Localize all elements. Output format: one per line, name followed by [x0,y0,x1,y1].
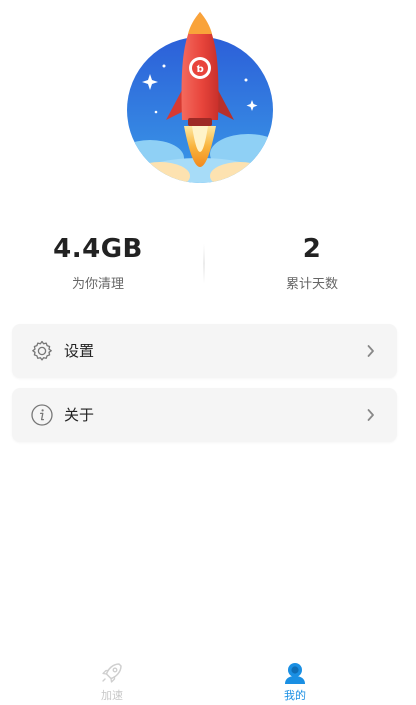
rocket-hero-illustration: ƅ [127,12,273,183]
profile-page: ƅ 4.4GB 为你清理 2 累计天数 设置 关于 加速 我的 [0,0,416,705]
tab-mine[interactable]: 我的 [265,661,325,705]
bottom-tab-bar: 加速 我的 [0,655,416,705]
tab-accelerate-label: 加速 [101,689,123,702]
chevron-right-icon [367,345,374,357]
cleaned-label: 为你清理 [71,277,124,292]
rocket-icon [102,663,122,683]
cleaned-stat: 4.4GB 为你清理 [18,232,178,294]
stats-divider [203,244,205,284]
settings-label: 设置 [64,342,95,360]
gear-icon [32,340,52,361]
tab-accelerate[interactable]: 加速 [82,661,142,705]
user-icon [285,663,305,684]
days-value: 2 [302,234,322,264]
cleaned-value: 4.4GB [53,234,143,264]
tab-mine-label: 我的 [284,689,306,702]
chevron-right-icon [367,409,374,421]
stats-row: 4.4GB 为你清理 2 累计天数 [0,232,416,302]
days-label: 累计天数 [285,277,338,292]
info-icon [31,404,53,426]
about-menu-item[interactable]: 关于 [12,388,397,442]
days-stat: 2 累计天数 [232,232,392,294]
svg-text:ƅ: ƅ [196,63,203,75]
about-label: 关于 [64,406,95,424]
settings-menu-item[interactable]: 设置 [12,324,397,378]
